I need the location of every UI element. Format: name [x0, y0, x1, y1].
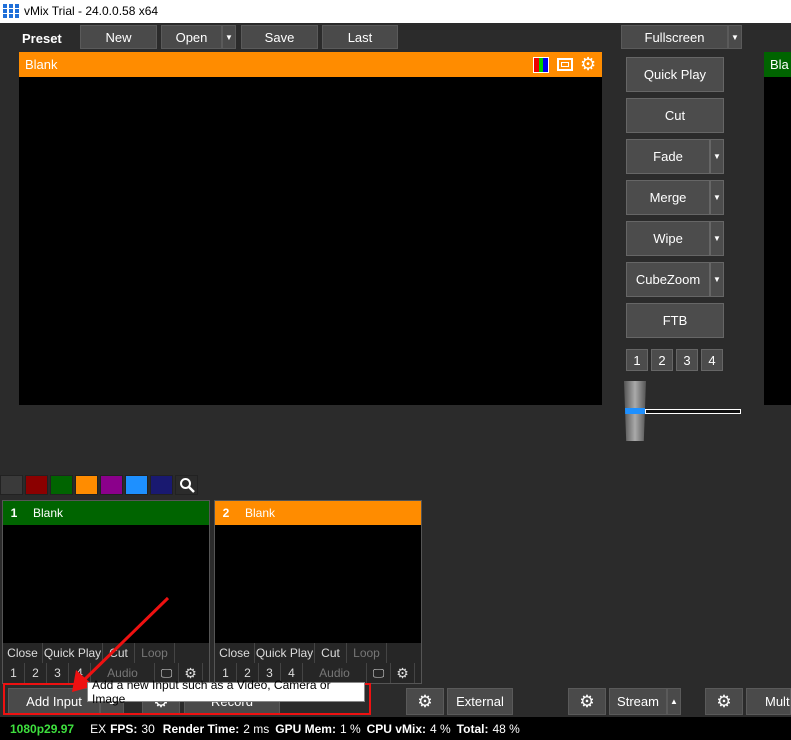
cpu-vmix-label: CPU vMix:: [366, 721, 426, 736]
merge-dropdown-button[interactable]: ▼: [710, 180, 724, 215]
preview-header: Blank ⚙: [19, 52, 602, 77]
add-input-tooltip: Add a new Input such as a Video, Camera …: [87, 678, 365, 706]
last-button[interactable]: Last: [322, 25, 398, 49]
preset-label: Preset: [22, 31, 62, 46]
gear-icon: ⚙: [579, 691, 595, 711]
input-1-header[interactable]: 1 Blank: [3, 501, 209, 525]
tbar-handle[interactable]: [624, 381, 646, 441]
safe-area-icon[interactable]: [557, 58, 573, 71]
fade-button[interactable]: Fade: [626, 139, 710, 174]
search-button[interactable]: [175, 475, 198, 495]
swatch-all[interactable]: [0, 475, 23, 495]
input-2-quick-play-button[interactable]: Quick Play: [255, 643, 315, 663]
program-header: Bla: [764, 52, 791, 77]
monitor-icon[interactable]: 🖵: [367, 663, 391, 683]
gpu-mem-label: GPU Mem:: [275, 721, 336, 736]
vmix-logo-icon: [3, 4, 19, 19]
window-title: vMix Trial - 24.0.0.58 x64: [24, 4, 159, 18]
total-label: Total:: [456, 721, 489, 736]
preview-video: [19, 77, 602, 405]
stream-settings-button[interactable]: ⚙: [568, 688, 606, 715]
transition-4-button[interactable]: 4: [701, 349, 723, 371]
open-dropdown-button[interactable]: ▼: [222, 25, 236, 49]
save-button[interactable]: Save: [241, 25, 318, 49]
input-1-overlay-2[interactable]: 2: [25, 663, 47, 683]
transition-2-button[interactable]: 2: [651, 349, 673, 371]
wipe-dropdown-button[interactable]: ▼: [710, 221, 724, 256]
gear-icon[interactable]: ⚙: [391, 663, 415, 683]
stream-button[interactable]: Stream: [609, 688, 667, 715]
stream-dropdown-button[interactable]: ▲: [667, 688, 681, 715]
video-format: 1080p29.97: [10, 721, 75, 736]
swatch-red[interactable]: [25, 475, 48, 495]
swatch-green[interactable]: [50, 475, 73, 495]
chevron-down-icon: ▼: [731, 32, 739, 42]
input-2-thumbnail[interactable]: [215, 525, 421, 643]
render-time-value: 2 ms: [243, 721, 270, 736]
external-button[interactable]: External: [447, 688, 513, 715]
cut-button[interactable]: Cut: [626, 98, 724, 133]
transition-1-button[interactable]: 1: [626, 349, 648, 371]
gear-icon[interactable]: ⚙: [580, 54, 596, 74]
color-filter-bar: [0, 475, 198, 495]
input-2-cut-button[interactable]: Cut: [315, 643, 347, 663]
input-1-overlay-1[interactable]: 1: [3, 663, 25, 683]
input-number: 1: [10, 506, 18, 520]
total-value: 48 %: [492, 721, 520, 736]
program-video: [764, 77, 791, 405]
wipe-button[interactable]: Wipe: [626, 221, 710, 256]
colour-bars-icon[interactable]: [533, 57, 549, 73]
multicorder-button[interactable]: Multi: [746, 688, 791, 715]
quick-play-button[interactable]: Quick Play: [626, 57, 724, 92]
window-titlebar: vMix Trial - 24.0.0.58 x64: [0, 0, 791, 23]
input-name: Blank: [245, 506, 276, 520]
open-button[interactable]: Open: [161, 25, 222, 49]
swatch-blue[interactable]: [125, 475, 148, 495]
merge-button[interactable]: Merge: [626, 180, 710, 215]
chevron-down-icon: ▼: [713, 275, 721, 284]
new-button[interactable]: New: [80, 25, 157, 49]
chevron-up-icon: ▲: [670, 697, 678, 706]
program-title: Bla: [770, 57, 789, 72]
status-ex: EX: [90, 721, 107, 736]
cubezoom-button[interactable]: CubeZoom: [626, 262, 710, 297]
fps-value: 30: [141, 721, 155, 736]
ftb-button[interactable]: FTB: [626, 303, 724, 338]
swatch-orange[interactable]: [75, 475, 98, 495]
chevron-down-icon: ▼: [713, 152, 721, 161]
input-2-controls: Close Quick Play Cut Loop: [215, 643, 421, 663]
external-settings-button[interactable]: ⚙: [406, 688, 444, 715]
tbar-track: [645, 409, 741, 414]
cubezoom-dropdown-button[interactable]: ▼: [710, 262, 724, 297]
input-name: Blank: [33, 506, 64, 520]
fullscreen-dropdown-button[interactable]: ▼: [728, 25, 742, 49]
transition-3-button[interactable]: 3: [676, 349, 698, 371]
fade-dropdown-button[interactable]: ▼: [710, 139, 724, 174]
search-icon: [179, 478, 195, 493]
swatch-purple[interactable]: [100, 475, 123, 495]
cpu-vmix-value: 4 %: [429, 721, 451, 736]
status-bar: 1080p29.97 EX FPS: 30 Render Time: 2 ms …: [0, 717, 791, 740]
input-2-close-button[interactable]: Close: [215, 643, 255, 663]
gear-icon: ⚙: [417, 691, 433, 711]
chevron-down-icon: ▼: [713, 234, 721, 243]
chevron-down-icon: ▼: [713, 193, 721, 202]
input-number: 2: [222, 506, 230, 520]
chevron-down-icon: ▼: [225, 32, 233, 42]
gear-icon: ⚙: [716, 691, 732, 711]
input-1-close-button[interactable]: Close: [3, 643, 43, 663]
input-2-header[interactable]: 2 Blank: [215, 501, 421, 525]
input-tile-2[interactable]: 2 Blank Close Quick Play Cut Loop 1 2 3 …: [214, 500, 422, 684]
multicorder-settings-button[interactable]: ⚙: [705, 688, 743, 715]
render-time-label: Render Time:: [162, 721, 240, 736]
preview-title: Blank: [25, 57, 58, 72]
input-2-loop-button[interactable]: Loop: [347, 643, 387, 663]
gpu-mem-value: 1 %: [339, 721, 361, 736]
fps-label: FPS:: [110, 721, 138, 736]
swatch-navy[interactable]: [150, 475, 173, 495]
fullscreen-button[interactable]: Fullscreen: [621, 25, 728, 49]
